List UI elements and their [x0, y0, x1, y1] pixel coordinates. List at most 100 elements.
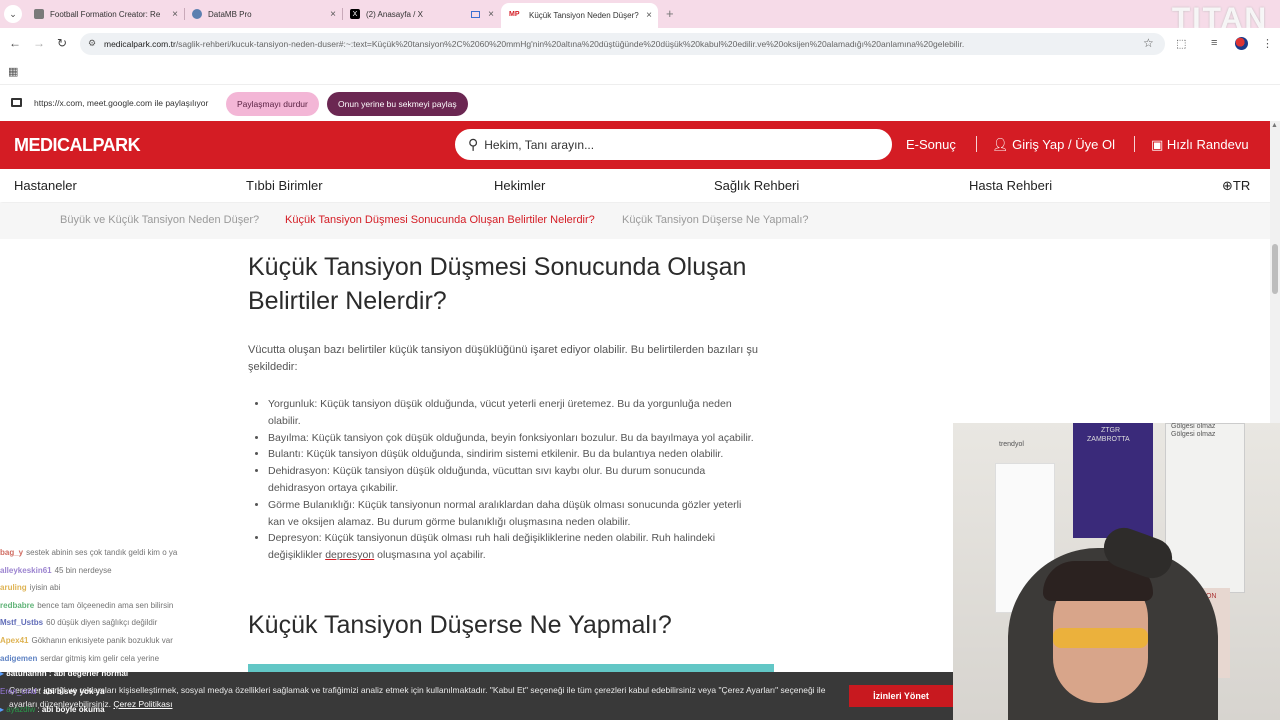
appointment-label: Hızlı Randevu	[1166, 137, 1249, 152]
chat-text: 45 bin nerdeyse	[54, 565, 112, 575]
tab-close-icon[interactable]: ×	[488, 9, 494, 20]
webcam-label: ZAMBROTTA	[1087, 436, 1130, 443]
section-heading-2: Küçük Tansiyon Düşerse Ne Yapmalı?	[248, 611, 672, 639]
chat-user: Mstf_Ustbs	[0, 618, 44, 628]
search-input[interactable]	[484, 137, 865, 152]
tab-close-icon[interactable]: ×	[172, 9, 178, 20]
tab-title: DataMB Pro	[208, 9, 252, 19]
chat-user: ayazdiw	[6, 705, 36, 714]
apps-grid-icon[interactable]: ▦	[8, 65, 18, 78]
url-path: /saglik-rehberi/kucuk-tansiyon-neden-dus…	[175, 39, 965, 49]
address-bar: ← → ↻ ⚙ medicalpark.com.tr/saglik-rehber…	[0, 28, 1280, 60]
list-item: Dehidrasyon: Küçük tansiyon düşük olduğu…	[268, 463, 758, 497]
url-domain: medicalpark.com.tr	[104, 39, 176, 49]
chat-message: alleykeskin61 45 bin nerdeyse	[0, 562, 250, 580]
chat-text: abi bisey yok ya	[43, 687, 105, 696]
language-selector[interactable]: ⊕TR	[1222, 178, 1250, 194]
section-anchor-bar: Büyük ve Küçük Tansiyon Neden Düşer? Küç…	[0, 203, 1280, 239]
browser-tab[interactable]: DataMB Pro ×	[184, 3, 342, 25]
article-body: Küçük Tansiyon Düşmesi Sonucunda Oluşan …	[248, 250, 778, 564]
header-divider	[1134, 136, 1135, 152]
user-icon: 👤︎	[992, 137, 1013, 152]
scrollbar-thumb[interactable]	[1272, 244, 1278, 294]
extensions-icon[interactable]: ⬚	[1176, 37, 1186, 50]
search-box[interactable]: ⚲	[455, 129, 892, 160]
chat-message: adigemen serdar gitmiş kim gelir cela yer…	[0, 650, 250, 668]
screen-share-icon	[11, 98, 22, 107]
chat-text: sestek abinin ses çok tandık geldi kim o…	[26, 548, 178, 557]
appointment-link[interactable]: ▣ Hızlı Randevu	[1151, 137, 1249, 153]
back-icon[interactable]: ←	[9, 36, 21, 50]
forward-icon[interactable]: →	[33, 36, 45, 50]
share-status-text: https://x.com, meet.google.com ile payla…	[34, 98, 209, 108]
site-info-icon[interactable]: ⚙	[88, 38, 96, 49]
chat-message: ▸ 8atuhannn : abi değerler normal	[0, 669, 129, 678]
nav-saglik-rehberi[interactable]: Sağlık Rehberi	[714, 178, 799, 193]
x-logo-icon: X	[350, 9, 360, 19]
chat-message: Mstf_Ustbs 60 düşük diyen sağlıkçı değild…	[0, 614, 250, 632]
chat-user: adigemen	[0, 653, 38, 663]
section-heading: Küçük Tansiyon Düşmesi Sonucunda Oluşan …	[248, 250, 778, 318]
share-this-tab-button[interactable]: Onun yerine bu sekmeyi paylaş	[327, 92, 468, 116]
medicalpark-logo[interactable]: MEDICALPARK	[14, 135, 141, 156]
webcam-label: ZTGR	[1101, 427, 1121, 434]
intro-paragraph: Vücutta oluşan bazı belirtiler küçük tan…	[248, 344, 758, 373]
symptom-list: Yorgunluk: Küçük tansiyon düşük olduğund…	[248, 396, 758, 564]
depresyon-link[interactable]: depresyon	[325, 549, 374, 561]
menu-kebab-icon[interactable]: ⋮	[1262, 37, 1273, 50]
login-link[interactable]: 👤︎ Giriş Yap / Üye Ol	[992, 137, 1115, 153]
tab-search-button[interactable]: ⌄	[4, 5, 22, 23]
chat-text: serdar gitmiş kim gelir cela yerine	[40, 653, 160, 663]
browser-tab[interactable]: Football Formation Creator: Re ×	[26, 3, 184, 25]
screen-share-bar: https://x.com, meet.google.com ile payla…	[0, 84, 1280, 121]
login-label: Giriş Yap / Üye Ol	[1012, 137, 1115, 152]
e-sonuc-link[interactable]: E-Sonuç	[906, 137, 956, 152]
webcam-label: trendyol	[999, 441, 1024, 448]
reload-icon[interactable]: ↻	[57, 36, 67, 50]
anchor-link-active[interactable]: Küçük Tansiyon Düşmesi Sonucunda Oluşan …	[285, 214, 595, 226]
chat-user: bag_y	[0, 548, 24, 557]
bookmarks-bar: ▦	[0, 60, 1280, 84]
tab-favicon-icon	[192, 9, 202, 19]
list-item: Görme Bulanıklığı: Küçük tansiyonun norm…	[268, 497, 758, 531]
cookie-policy-link[interactable]: Çerez Politikası	[113, 699, 172, 709]
webcam-feed: trendyol ZTGR ZAMBROTTA TRABZON Gölgesi …	[953, 423, 1280, 720]
anchor-link[interactable]: Küçük Tansiyon Düşerse Ne Yapmalı?	[622, 214, 809, 226]
browser-tab-active[interactable]: MP Küçük Tansiyon Neden Düşer? K ×	[501, 3, 658, 28]
media-icon[interactable]: ≡	[1211, 37, 1217, 49]
chat-message: bag_y sestek abinin ses çok tandık geldi …	[0, 544, 250, 562]
profile-avatar[interactable]	[1235, 37, 1248, 50]
browser-tab[interactable]: X (2) Anasayfa / X ×	[342, 3, 500, 25]
list-item: Bulantı: Küçük tansiyon düşük olduğunda,…	[268, 446, 758, 463]
webcam-glasses	[1053, 628, 1148, 648]
nav-hekimler[interactable]: Hekimler	[494, 178, 545, 193]
screen-share-icon	[471, 10, 480, 18]
teal-banner	[248, 664, 774, 672]
chat-message: aruling iyisin abi	[0, 579, 250, 597]
tab-title: Küçük Tansiyon Neden Düşer? K	[529, 11, 639, 20]
search-icon: ⚲	[468, 136, 479, 152]
chat-user: aruling	[0, 583, 27, 593]
header-divider	[976, 136, 977, 152]
url-field[interactable]: ⚙ medicalpark.com.tr/saglik-rehberi/kucu…	[80, 33, 1165, 55]
nav-tibbi-birimler[interactable]: Tıbbi Birimler	[246, 178, 323, 193]
tab-title: Football Formation Creator: Re	[50, 9, 161, 19]
tab-close-icon[interactable]: ×	[330, 9, 336, 20]
anchor-link[interactable]: Büyük ve Küçük Tansiyon Neden Düşer?	[60, 214, 259, 226]
tab-close-icon[interactable]: ×	[646, 10, 652, 21]
list-item: Bayılma: Küçük tansiyon çok düşük olduğu…	[268, 430, 758, 447]
stop-sharing-button[interactable]: Paylaşmayı durdur	[226, 92, 319, 116]
chat-text: 60 düşük diyen sağlıkçı değildir	[46, 618, 158, 628]
chat-message: Eren_cmd : abi bisey yok ya	[0, 687, 105, 696]
tab-strip: ⌄ Football Formation Creator: Re × DataM…	[0, 0, 1280, 35]
manage-permissions-button[interactable]: İzinleri Yönet	[849, 685, 953, 707]
nav-hasta-rehberi[interactable]: Hasta Rehberi	[969, 178, 1052, 193]
bookmark-star-icon[interactable]: ☆	[1143, 36, 1154, 50]
chat-text: bence tam ölçeenedin ama sen bilirsin	[37, 600, 174, 610]
nav-hastaneler[interactable]: Hastaneler	[14, 178, 77, 193]
main-nav: Hastaneler Tıbbi Birimler Hekimler Sağlı…	[0, 169, 1280, 202]
webcam-label: Gölgesi olmaz	[1171, 423, 1216, 430]
new-tab-icon[interactable]: +	[666, 6, 674, 21]
site-header: MEDICALPARK ⚲ E-Sonuç 👤︎ Giriş Yap / Üye…	[0, 121, 1280, 169]
scroll-up-icon[interactable]: ▲	[1271, 122, 1278, 129]
